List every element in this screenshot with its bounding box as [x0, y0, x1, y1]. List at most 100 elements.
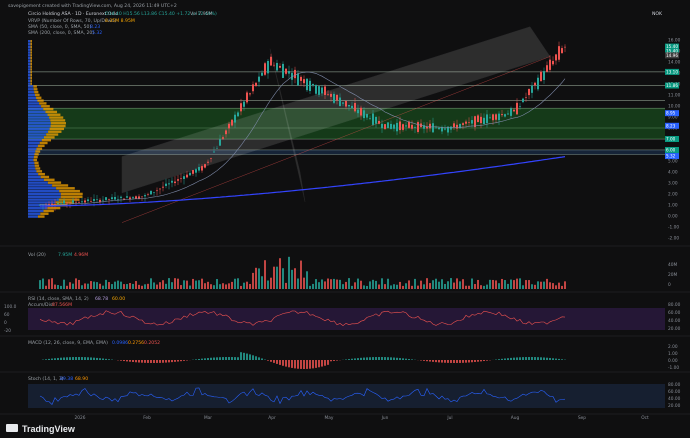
macd-histogram-bar [438, 360, 440, 363]
candle [339, 97, 341, 107]
macd-histogram-bar [324, 360, 326, 366]
candle [66, 202, 68, 204]
volume-bar [372, 279, 374, 289]
volume-profile-bar-down [43, 136, 55, 139]
macd-histogram-bar [432, 360, 434, 362]
candle [219, 139, 221, 146]
candle [207, 161, 209, 163]
volume-bar [423, 284, 425, 289]
volume-bar [336, 279, 338, 289]
volume-bar [60, 285, 62, 289]
candle [192, 170, 194, 174]
candle [444, 128, 446, 130]
volume-bar [306, 271, 308, 289]
candle [186, 174, 188, 178]
macd-histogram-bar [168, 360, 170, 363]
volume-bar [258, 268, 260, 289]
volume-profile-bar-up [28, 127, 50, 131]
macd-histogram-bar [393, 357, 395, 360]
chart-canvas[interactable]: savepigement created with TradingView.co… [0, 0, 690, 438]
stoch-pane[interactable]: 80.0060.0040.0020.00 [28, 382, 681, 409]
candle [180, 178, 182, 179]
macd-histogram-bar [318, 360, 320, 368]
candle [177, 179, 179, 181]
candle [111, 197, 113, 200]
volume-bar [498, 283, 500, 289]
macd-histogram-bar [330, 360, 332, 362]
macd-histogram-bar [444, 360, 446, 363]
volume-bar [228, 283, 230, 289]
rsi-value-1: 68.78 [95, 296, 108, 302]
volume-profile-bar-up [28, 130, 49, 133]
candle [543, 71, 545, 80]
time-axis-label: May [325, 415, 334, 421]
volume-bar [147, 283, 149, 289]
price-axis-label: 5.00 [668, 159, 678, 165]
volume-bar [405, 283, 407, 289]
candle [195, 169, 197, 173]
candle [453, 123, 455, 128]
volume-profile-bar-down [50, 119, 66, 122]
volume-bar [378, 284, 380, 289]
time-axis-label: Feb [143, 415, 151, 421]
macd-histogram-bar [231, 357, 233, 360]
candle [513, 109, 515, 112]
macd-axis-label: -1.00 [668, 365, 679, 371]
volume-bar [480, 285, 482, 289]
volume-bar [411, 285, 413, 289]
legend-vrvp[interactable]: VRVP (Number Of Rows, 70, Up/Down) [28, 18, 116, 24]
macd-histogram-bar [501, 358, 503, 360]
volume-profile-bar-down [30, 82, 32, 85]
volume-bar [318, 282, 320, 289]
volume-bar [288, 256, 290, 289]
price-axis-label: 10.00 [668, 104, 681, 110]
legend-sma50[interactable]: SMA (50, close, 0, SMA, 50) [28, 24, 91, 30]
volume-profile-bar-up [28, 51, 31, 54]
rsi-axis-label: 80.00 [668, 302, 681, 308]
volume-bar [87, 283, 89, 289]
macd-histogram-bar [411, 359, 413, 360]
macd-histogram-bar [327, 360, 329, 365]
macd-histogram-bar [453, 360, 455, 363]
volume-bar [225, 284, 227, 289]
volume-bar [426, 278, 428, 289]
macd-histogram-bar [474, 360, 476, 362]
candle [483, 117, 485, 125]
macd-histogram-bar [204, 358, 206, 360]
volume-bar [456, 278, 458, 289]
volume-bar [261, 276, 263, 289]
candle [345, 100, 347, 107]
legend-sma200[interactable]: SMA (200, close, 0, SMA, 20) [28, 30, 94, 36]
volume-profile-bar-up [28, 172, 39, 176]
volume-bar [285, 282, 287, 289]
candle [303, 79, 305, 84]
volume-bar [186, 280, 188, 289]
macd-histogram-bar [498, 359, 500, 360]
macd-histogram-bar [285, 360, 287, 367]
candle [510, 108, 512, 116]
volume-bar [213, 285, 215, 289]
candle [57, 203, 59, 205]
macd-histogram-bar [75, 357, 77, 360]
macd-histogram-bar [123, 360, 125, 362]
volume-profile-bar-up [28, 107, 44, 111]
macd-histogram-bar [549, 357, 551, 360]
volume-bar [312, 283, 314, 289]
candle [225, 130, 227, 135]
volume-bar [315, 279, 317, 289]
macd-histogram-bar [513, 357, 515, 360]
volume-profile-bar-up [28, 71, 31, 74]
macd-histogram-bar [522, 357, 524, 360]
volume-bar [357, 278, 359, 289]
volume-profile-bar-up [28, 192, 61, 196]
volume-profile-bar-down [36, 147, 43, 150]
macd-histogram-bar [171, 360, 173, 363]
macd-histogram-bar [480, 360, 482, 362]
volume-bar [48, 279, 50, 289]
volume-bar [174, 278, 176, 289]
volume-bar [150, 278, 152, 289]
macd-histogram-bar [240, 352, 242, 360]
macd-histogram-bar [387, 357, 389, 360]
volume-bar [54, 284, 56, 289]
candle [330, 93, 332, 97]
